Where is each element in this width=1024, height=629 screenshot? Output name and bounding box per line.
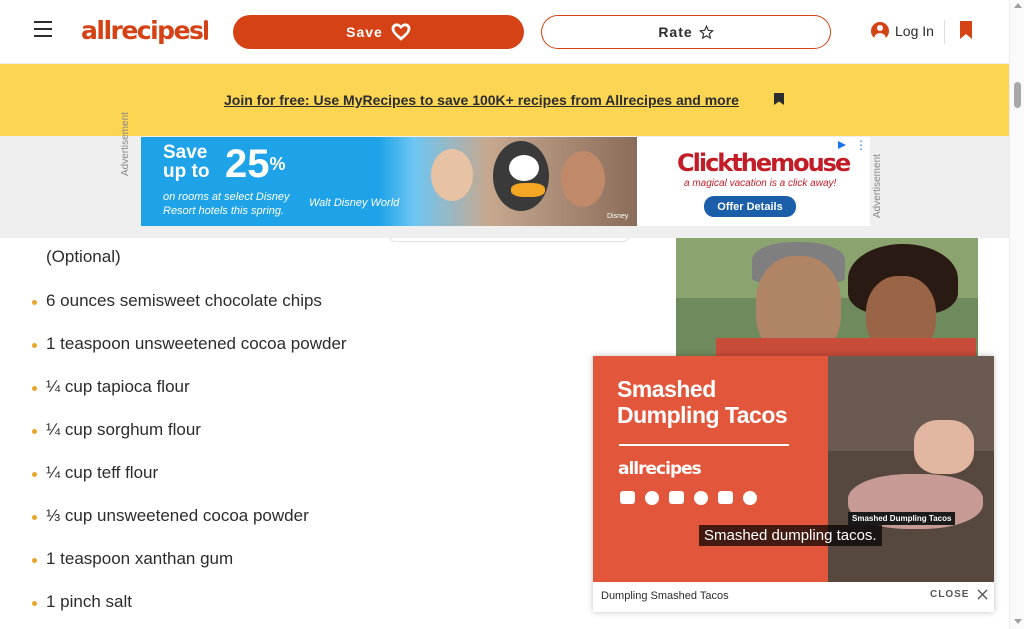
save-label: Save — [346, 24, 383, 40]
rate-label: Rate — [658, 24, 693, 40]
ingredient-partial: (Optional) — [46, 247, 121, 266]
scroll-down-arrow-icon[interactable] — [1014, 619, 1022, 624]
ad-brand-logo: Clickthemouse — [677, 149, 851, 177]
ingredient-item: 1 teaspoon xanthan gum — [31, 546, 233, 572]
logo-text: allrecipes — [81, 16, 204, 45]
ingredient-item: ¼ cup tapioca flour — [32, 374, 190, 400]
ad-tagline: a magical vacation is a click away! — [684, 178, 837, 189]
save-button[interactable]: Save — [233, 15, 524, 49]
login-label: Log In — [895, 23, 934, 39]
disney-ad-banner[interactable]: Save up to 25% on rooms at select Disney… — [141, 137, 870, 226]
offer-details-button[interactable]: Offer Details — [704, 196, 796, 217]
video-name: Dumpling Smashed Tacos — [601, 590, 729, 602]
join-promo-banner: Join for free: Use MyRecipes to save 100… — [0, 64, 1009, 136]
x-icon — [718, 491, 733, 504]
header-divider — [944, 20, 945, 44]
facebook-icon — [694, 491, 708, 505]
ad-brand-panel: ⋮ Clickthemouse a magical vacation is a … — [637, 137, 870, 226]
scroll-thumb[interactable] — [1014, 82, 1021, 108]
video-logo: allrecipes — [618, 459, 702, 479]
join-promo-link[interactable]: Join for free: Use MyRecipes to save 100… — [224, 92, 739, 108]
spoon-icon — [204, 20, 209, 40]
video-caption: Smashed dumpling tacos. — [699, 525, 882, 546]
ingredient-item: 6 ounces semisweet chocolate chips — [32, 288, 322, 314]
advertisement-label: Advertisement — [872, 154, 883, 218]
close-label: CLOSE — [930, 589, 970, 600]
video-frame[interactable]: Smashed Dumpling Tacos allrecipes Smashe… — [593, 356, 994, 582]
site-header: allrecipes Save Rate Log In — [0, 0, 1009, 64]
advertisement-label: Advertisement — [120, 112, 131, 176]
login-link[interactable]: Log In — [871, 22, 934, 40]
social-icons — [620, 491, 757, 505]
promo-bookmark-icon[interactable] — [773, 92, 785, 106]
video-player[interactable]: Smashed Dumpling Tacos allrecipes Smashe… — [593, 356, 994, 612]
hamburger-menu-icon[interactable] — [34, 21, 52, 37]
close-icon — [977, 589, 989, 600]
video-title: Smashed Dumpling Tacos — [617, 376, 788, 428]
bookmark-icon[interactable] — [959, 20, 973, 40]
ad-fine-print: on rooms at select Disney Resort hotels … — [163, 191, 290, 217]
pinterest-icon — [743, 491, 757, 505]
ingredient-item: ¼ cup teff flour — [31, 460, 158, 486]
ad-menu-icon[interactable]: ⋮ — [855, 139, 867, 151]
ad-headline: Save up to — [163, 142, 210, 182]
youtube-icon — [620, 491, 635, 504]
ingredient-item: ⅓ cup unsweetened cocoa powder — [32, 503, 309, 529]
video-image-label: Smashed Dumpling Tacos — [848, 512, 956, 525]
ad-percent: 25% — [225, 142, 286, 186]
close-video-button[interactable]: CLOSE — [930, 589, 989, 600]
tiktok-icon — [645, 491, 659, 505]
scroll-up-arrow-icon[interactable] — [1014, 3, 1022, 8]
video-food-image: Smashed Dumpling Tacos — [828, 356, 994, 582]
ingredient-item: 1 teaspoon unsweetened cocoa powder — [32, 331, 347, 357]
star-icon — [698, 24, 714, 39]
instagram-icon — [669, 491, 684, 504]
ingredient-item: ¼ cup sorghum flour — [32, 417, 201, 443]
wdw-logo: Walt Disney World — [309, 197, 400, 209]
heart-icon — [391, 23, 411, 41]
video-divider — [619, 444, 789, 446]
ad-image: Save up to 25% on rooms at select Disney… — [141, 137, 637, 226]
ad-disclaimer: Disney — [607, 213, 629, 220]
user-icon — [871, 22, 889, 40]
ingredient-item: 1 pinch salt — [32, 589, 132, 615]
allrecipes-logo[interactable]: allrecipes — [81, 16, 209, 45]
page-scrollbar[interactable] — [1009, 0, 1024, 629]
couple-ad-image[interactable] — [676, 238, 978, 358]
rate-button[interactable]: Rate — [541, 15, 831, 49]
